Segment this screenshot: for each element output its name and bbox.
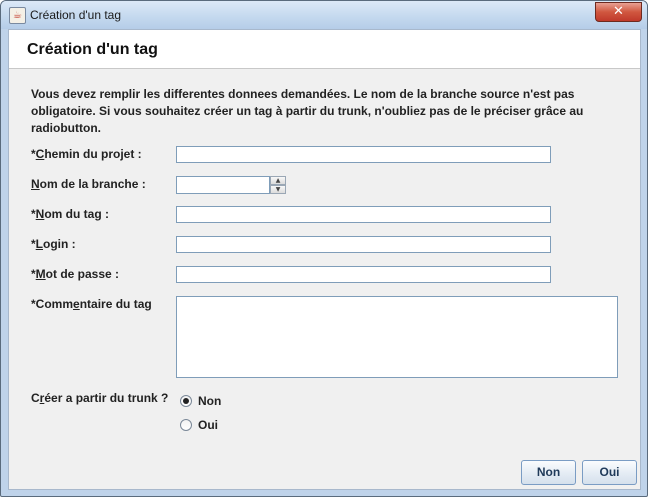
login-label-mnemonic: L — [35, 237, 44, 251]
dialog-content: Création d'un tag Vous devez remplir les… — [8, 29, 641, 490]
branche-input[interactable] — [176, 176, 270, 194]
commentaire-label-pre: *Comm — [31, 297, 74, 311]
spinner-down-arrow-icon[interactable]: ▼ — [270, 185, 286, 194]
chemin-input[interactable] — [176, 146, 551, 163]
branche-label-mnemonic: N — [31, 177, 40, 191]
chemin-label-post: hemin du projet : — [44, 147, 142, 161]
commentaire-textarea[interactable] — [176, 296, 618, 378]
page-title: Création d'un tag — [27, 41, 158, 58]
oui-button[interactable]: Oui — [582, 460, 637, 485]
tag-input[interactable] — [176, 206, 551, 223]
window-title: Création d'un tag — [30, 8, 122, 22]
radio-checked-icon[interactable] — [180, 395, 192, 407]
close-button[interactable]: ✕ — [595, 2, 642, 22]
trunk-label-pre: C — [31, 391, 40, 405]
trunk-label: Créer a partir du trunk ? — [31, 391, 168, 405]
commentaire-label-post: ntaire du tag — [79, 297, 152, 311]
password-label-mnemonic: M — [35, 267, 46, 281]
spinner-up-arrow-icon[interactable]: ▲ — [270, 176, 286, 185]
java-icon[interactable]: ☕ — [9, 7, 26, 24]
password-label: *Mot de passe : — [31, 267, 119, 281]
non-button[interactable]: Non — [521, 460, 576, 485]
title-bar[interactable]: ☕ Création d'un tag ✕ — [1, 1, 647, 29]
trunk-label-post: éer a partir du trunk ? — [44, 391, 169, 405]
instructions-text: Vous devez remplir les differentes donne… — [31, 87, 584, 135]
login-label: *Login : — [31, 237, 76, 251]
login-input[interactable] — [176, 236, 551, 253]
tag-label: *Nom du tag : — [31, 207, 109, 221]
password-input[interactable] — [176, 266, 551, 283]
branche-spinner: ▲ ▼ — [176, 176, 286, 194]
commentaire-label-mnemonic: e — [73, 297, 80, 311]
trunk-option-oui-label: Oui — [198, 418, 218, 432]
branche-label: Nom de la branche : — [31, 177, 146, 191]
commentaire-label: *Commentaire du tag — [31, 297, 152, 311]
trunk-option-non-label: Non — [198, 394, 222, 408]
chemin-label: *Chemin du projet : — [31, 147, 142, 161]
header-banner: Création d'un tag — [9, 30, 640, 69]
tag-label-post: om du tag : — [44, 207, 110, 221]
radio-unchecked-icon[interactable] — [180, 419, 192, 431]
dialog-window: ☕ Création d'un tag ✕ Création d'un tag … — [0, 0, 648, 497]
password-label-post: ot de passe : — [45, 267, 120, 281]
login-label-post: ogin : — [43, 237, 76, 251]
branche-label-post: om de la branche : — [39, 177, 146, 191]
